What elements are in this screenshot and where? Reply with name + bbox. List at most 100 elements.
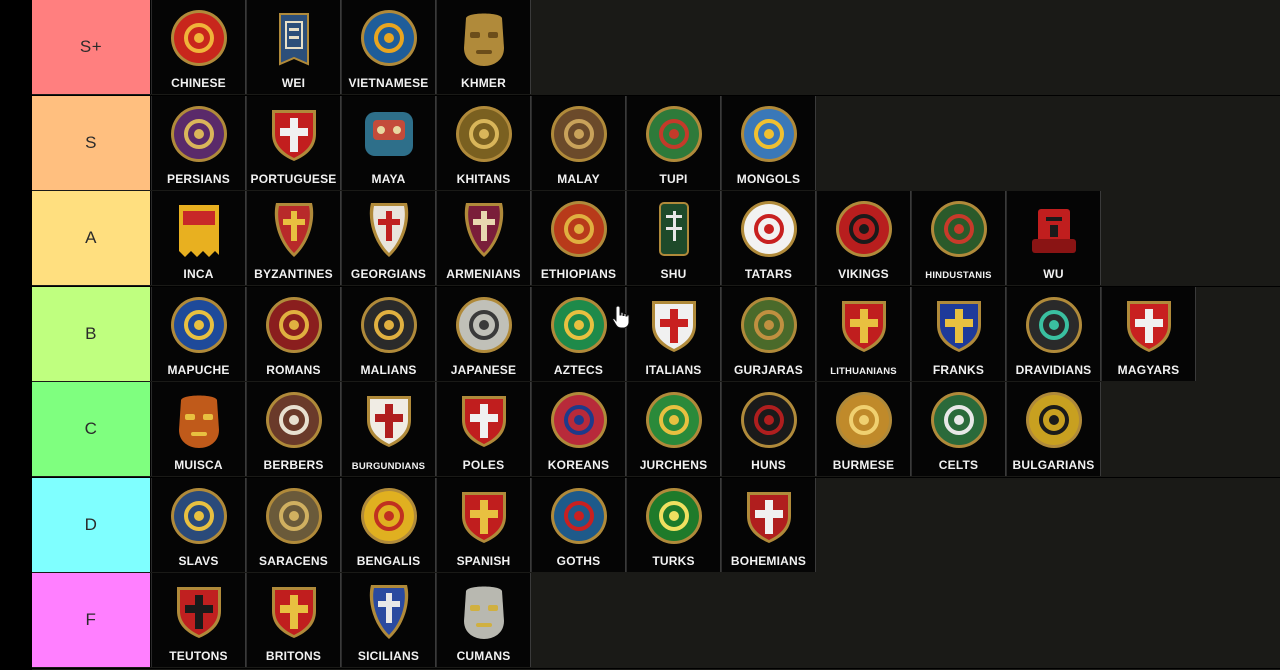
civ-tile[interactable]: MUISCA (151, 382, 246, 476)
civ-tile[interactable]: SPANISH (436, 477, 531, 572)
studded-shield-icon (549, 104, 609, 164)
civ-tile[interactable]: ARMENIANS (436, 191, 531, 285)
tier-label[interactable]: B (32, 286, 151, 381)
peacock-icon (834, 390, 894, 450)
civ-tile[interactable]: CHINESE (151, 0, 246, 94)
tier-items[interactable]: MUISCA BERBERS BURGUNDIANS POLES KOREANS (151, 382, 1101, 476)
civ-tile[interactable]: ITALIANS (626, 286, 721, 381)
civ-tile[interactable]: WEI (246, 0, 341, 94)
civ-tile[interactable]: BENGALIS (341, 477, 436, 572)
civ-tile[interactable]: MALAY (531, 95, 626, 190)
civ-tile[interactable]: MONGOLS (721, 95, 816, 190)
civ-tile[interactable]: SLAVS (151, 477, 246, 572)
castle-lion-icon (454, 486, 514, 546)
civ-name: TUPI (659, 171, 688, 186)
civ-tile[interactable]: LITHUANIANS (816, 286, 911, 381)
civ-tile[interactable]: MAYA (341, 95, 436, 190)
civ-tile[interactable]: MAGYARS (1101, 286, 1196, 381)
civ-tile[interactable]: GEORGIANS (341, 191, 436, 285)
yaz-icon (264, 390, 324, 450)
tier-label[interactable]: S (32, 95, 151, 190)
civ-tile[interactable]: MALIANS (341, 286, 436, 381)
civ-tile[interactable]: CUMANS (436, 573, 531, 667)
wei-banner-icon (264, 8, 324, 68)
civ-name: MONGOLS (736, 171, 801, 186)
civ-tile[interactable]: BULGARIANS (1006, 382, 1101, 476)
civ-name: MALIANS (360, 362, 417, 377)
gem-studs-icon (1024, 295, 1084, 355)
civ-tile[interactable]: BURGUNDIANS (341, 382, 436, 476)
civ-name: BULGARIANS (1012, 458, 1095, 472)
civ-tile[interactable]: PORTUGUESE (246, 95, 341, 190)
civ-tile[interactable]: SARACENS (246, 477, 341, 572)
civ-tile[interactable]: PERSIANS (151, 95, 246, 190)
tier-label[interactable]: D (32, 477, 151, 572)
civ-tile[interactable]: KOREANS (531, 382, 626, 476)
trident-icon (169, 486, 229, 546)
civ-tile[interactable]: JURCHENS (626, 382, 721, 476)
civ-tile[interactable]: VIETNAMESE (341, 0, 436, 94)
civ-tile[interactable]: KHMER (436, 0, 531, 94)
tier-items[interactable]: CHINESE WEI VIETNAMESE KHMER (151, 0, 531, 94)
civ-tile[interactable]: BERBERS (246, 382, 341, 476)
tier-items[interactable]: MAPUCHE ROMANS MALIANS JAPANESE AZTECS I… (151, 286, 1196, 381)
tier-items[interactable]: PERSIANS PORTUGUESE MAYA KHITANS MALAY T… (151, 95, 816, 190)
civ-tile[interactable]: BURMESE (816, 382, 911, 476)
tier-label[interactable]: C (32, 382, 151, 476)
dragon-icon (454, 104, 514, 164)
mali-stripes-icon (359, 295, 419, 355)
civ-tile[interactable]: TURKS (626, 477, 721, 572)
endless-knot-icon (169, 8, 229, 68)
civ-tile[interactable]: GOTHS (531, 477, 626, 572)
civ-tile[interactable]: POLES (436, 382, 531, 476)
civ-tile[interactable]: GURJARAS (721, 286, 816, 381)
tier-items[interactable]: TEUTONS BRITONS SICILIANS CUMANS (151, 573, 531, 667)
tier-label[interactable]: A (32, 191, 151, 285)
civ-name: MAPUCHE (167, 362, 230, 377)
civ-tile[interactable]: BYZANTINES (246, 191, 341, 285)
civ-tile[interactable]: SHU (626, 191, 721, 285)
civ-tile[interactable]: ETHIOPIANS (531, 191, 626, 285)
civ-name: KOREANS (547, 458, 610, 472)
civ-tile[interactable]: WU (1006, 191, 1101, 285)
civ-name: TEUTONS (169, 649, 228, 663)
civ-tile[interactable]: SICILIANS (341, 573, 436, 667)
ethiopian-cross-icon (549, 199, 609, 259)
tier-label[interactable]: S+ (32, 0, 151, 94)
civ-tile[interactable]: BOHEMIANS (721, 477, 816, 572)
civ-tile[interactable]: BRITONS (246, 573, 341, 667)
civ-tile[interactable]: MAPUCHE (151, 286, 246, 381)
tier-items[interactable]: SLAVS SARACENS BENGALIS SPANISH GOTHS TU… (151, 477, 816, 572)
triskelion-icon (929, 390, 989, 450)
civ-tile[interactable]: DRAVIDIANS (1006, 286, 1101, 381)
griffin-icon (169, 104, 229, 164)
civ-name: MAYA (371, 171, 406, 186)
civ-tile[interactable]: TUPI (626, 95, 721, 190)
civ-name: VIETNAMESE (348, 76, 429, 90)
civ-tile[interactable]: KHITANS (436, 95, 531, 190)
civ-tile[interactable]: VIKINGS (816, 191, 911, 285)
sun-icon (359, 8, 419, 68)
tier-items[interactable]: INCA BYZANTINES GEORGIANS ARMENIANS ETHI… (151, 191, 1101, 285)
civ-tile[interactable]: JAPANESE (436, 286, 531, 381)
civ-tile[interactable]: AZTECS (531, 286, 626, 381)
civ-tile[interactable]: TEUTONS (151, 573, 246, 667)
civ-tile[interactable]: FRANKS (911, 286, 1006, 381)
civ-tile[interactable]: CELTS (911, 382, 1006, 476)
tier-label[interactable]: F (32, 573, 151, 667)
taeguk-icon (549, 390, 609, 450)
civ-tile[interactable]: INCA (151, 191, 246, 285)
civ-tile[interactable]: ROMANS (246, 286, 341, 381)
civ-tile[interactable]: HINDUSTANIS (911, 191, 1006, 285)
wu-banner-icon (1024, 199, 1084, 259)
civ-name: BENGALIS (356, 553, 421, 568)
civ-name: SPANISH (456, 553, 511, 568)
civ-name: ITALIANS (645, 362, 702, 377)
hand-cursor-icon (612, 305, 630, 329)
civ-name: BYZANTINES (254, 267, 333, 281)
three-lions-icon (264, 581, 324, 641)
civ-tile[interactable]: TATARS (721, 191, 816, 285)
tier-row: F TEUTONS BRITONS SICILIANS CUMANS (32, 573, 1280, 669)
civ-name: ARMENIANS (446, 267, 521, 281)
civ-tile[interactable]: HUNS (721, 382, 816, 476)
